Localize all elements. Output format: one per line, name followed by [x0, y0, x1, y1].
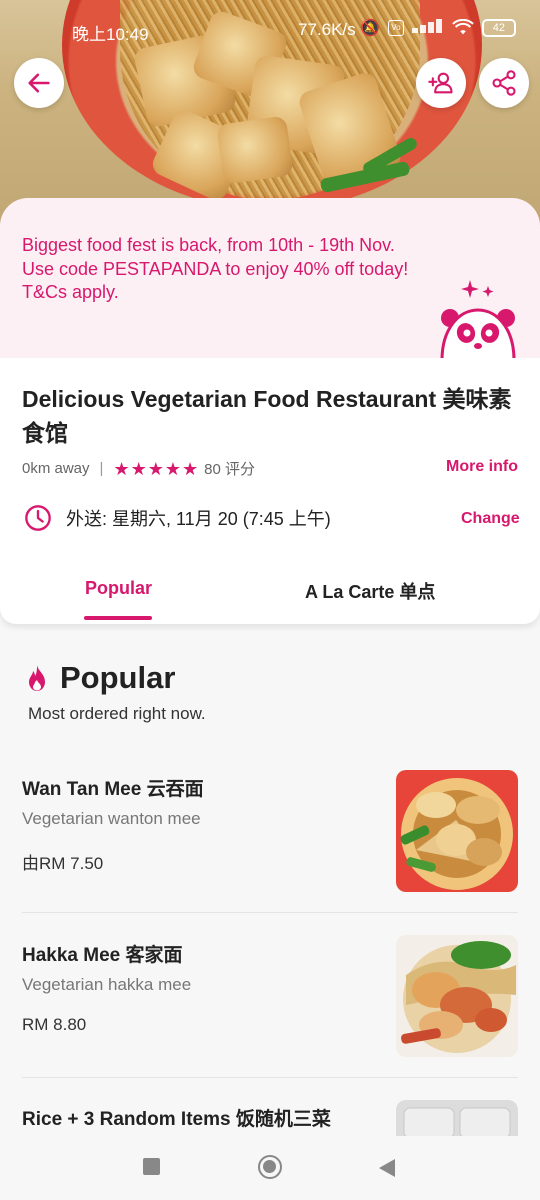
battery-level: 42	[492, 22, 506, 34]
wifi-icon	[452, 19, 474, 35]
dish-image[interactable]	[396, 935, 518, 1057]
panda-mascot-icon	[440, 280, 516, 360]
rice-box-photo	[396, 1100, 518, 1136]
flame-icon	[29, 665, 45, 691]
clock-icon	[25, 505, 51, 531]
change-delivery-link[interactable]: Change	[461, 510, 520, 528]
restaurant-name: Delicious Vegetarian Food Restaurant 美味素…	[22, 386, 512, 446]
network-speed: 77.6K/s	[298, 20, 356, 39]
star-icon: ★	[147, 458, 164, 479]
share-icon	[492, 70, 516, 96]
delivery-text: 外送: 星期六, 11月 20 (7:45 上午)	[66, 509, 331, 529]
recents-button[interactable]	[143, 1158, 160, 1175]
status-time: 晚上10:49	[72, 25, 149, 44]
home-dot-icon	[263, 1160, 276, 1173]
mute-icon: 🔕	[360, 20, 380, 37]
meta-separator: |	[99, 460, 104, 477]
section-subtitle: Most ordered right now.	[28, 704, 206, 723]
rating-stars: ★ ★ ★ ★ ★	[113, 460, 198, 478]
share-button[interactable]	[479, 58, 529, 108]
system-nav-bar	[0, 1136, 540, 1200]
tab-popular[interactable]: Popular	[85, 578, 152, 599]
promo-banner[interactable]: Biggest food fest is back, from 10th - 1…	[0, 198, 540, 360]
status-bar: 晚上10:49 77.6K/s 🔕 Vo 42	[0, 0, 540, 60]
tab-a-la-carte[interactable]: A La Carte 单点	[305, 578, 435, 604]
star-icon: ★	[130, 458, 147, 479]
promo-text: Biggest food fest is back, from 10th - 1…	[22, 235, 409, 302]
dish-image[interactable]	[396, 770, 518, 892]
menu-divider	[22, 1077, 518, 1078]
battery-icon: 42	[481, 19, 516, 37]
wan-tan-mee-photo	[396, 770, 518, 892]
status-icons: 🔕 Vo 42	[360, 18, 516, 38]
popular-section-header: Popular	[26, 660, 175, 696]
star-icon: ★	[182, 458, 199, 479]
ratings-count: 80 评分	[204, 461, 255, 478]
restaurant-info-card: Delicious Vegetarian Food Restaurant 美味素…	[0, 358, 540, 624]
arrow-left-icon	[28, 73, 50, 93]
star-icon: ★	[113, 458, 130, 479]
back-nav-button[interactable]	[378, 1158, 396, 1178]
section-title: Popular	[60, 660, 176, 695]
home-button[interactable]	[258, 1155, 282, 1179]
hakka-mee-photo	[396, 935, 518, 1057]
restaurant-meta: 0km away | ★ ★ ★ ★ ★ 80 评分	[22, 458, 255, 479]
signal-icon	[411, 18, 444, 38]
back-button[interactable]	[14, 58, 64, 108]
volte-icon: Vo	[387, 20, 404, 36]
dish-image[interactable]	[396, 1100, 518, 1136]
food-graphic	[216, 115, 294, 185]
distance: 0km away	[22, 460, 90, 477]
menu-divider	[22, 912, 518, 913]
more-info-link[interactable]: More info	[446, 458, 518, 476]
star-icon: ★	[164, 458, 181, 479]
delivery-time: 外送: 星期六, 11月 20 (7:45 上午)	[24, 504, 331, 532]
group-order-button[interactable]	[416, 58, 466, 108]
active-tab-indicator	[84, 616, 152, 620]
add-person-icon	[428, 72, 453, 94]
